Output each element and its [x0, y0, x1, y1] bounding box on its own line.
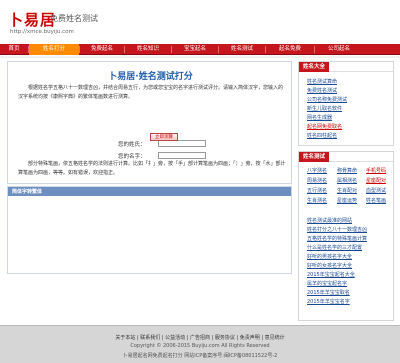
given-name-label: 您的名字： [118, 154, 146, 160]
panel-title: 卜易居·姓名测试打分 [108, 72, 193, 82]
grid-link[interactable]: 姓名笔画 [366, 197, 386, 204]
site-logo[interactable]: 卜易居 [8, 9, 56, 30]
result-header: 简体字转繁体 [8, 187, 291, 196]
sidebar-link[interactable]: 公司名称免费测试 [307, 96, 347, 103]
result-title: 简体字转繁体 [12, 189, 43, 195]
copyright-text: Copyright © 2006-2015 Buyiju.com All Rig… [130, 343, 270, 349]
grid-link[interactable]: 星座运势 [337, 197, 357, 204]
article-link[interactable]: 好听的女孩名字大全 [307, 262, 352, 269]
grid-link[interactable]: 周易测名 [307, 177, 327, 184]
grid-link[interactable]: 生肖测名 [307, 197, 327, 204]
main-nav: 首页 姓名打分 免费起名 姓名知识 宝宝起名 姓名测试 起名免费 公司起名 [0, 44, 400, 55]
submit-button[interactable]: 立即测算 [150, 133, 178, 141]
surname-label: 您的姓氏： [118, 142, 146, 148]
result-panel: 简体字转繁体 [7, 186, 292, 274]
surname-input[interactable] [158, 140, 206, 147]
sidebar-name-test: 姓名测试 八字测名 称骨算命 手机号码 周易测名 属相测名 星座配对 五行测名 … [298, 151, 394, 321]
article-link[interactable]: 属羊的宝宝起名字 [307, 280, 347, 287]
sidebar-title: 姓名测试 [299, 152, 330, 162]
article-link[interactable]: 姓名测试最准的网站 [307, 217, 352, 224]
sidebar-link[interactable]: 起名网免费取名 [307, 123, 342, 130]
article-link[interactable]: 好听的男孩名字大全 [307, 253, 352, 260]
nav-baby-naming[interactable]: 宝宝起名 [172, 44, 218, 55]
nav-name-knowledge[interactable]: 姓名知识 [125, 44, 171, 55]
site-domain: http://xmce.buyiju.com [10, 29, 74, 35]
sidebar-title: 姓名大全 [299, 62, 330, 72]
sidebar-link[interactable]: 新生儿取名软件 [307, 105, 342, 112]
nav-name-score[interactable]: 姓名打分 [29, 44, 79, 55]
grid-link[interactable]: 手机号码 [366, 167, 386, 174]
article-link[interactable]: 姓名打分之八十一数理吉凶 [307, 226, 367, 233]
grid-link[interactable]: 属相测名 [337, 177, 357, 184]
article-link[interactable]: 2015年羊宝宝取名 [307, 289, 350, 296]
name-test-panel: 卜易居·姓名测试打分 根据姓名学五格八十一数理吉凶，并结合周易五行，为您或您宝宝… [7, 61, 292, 184]
site-footer: 关于本站 | 联系我们 | 公益活动 | 广告招商 | 服务协议 | 免责声明 … [0, 325, 400, 363]
grid-link[interactable]: 星座配对 [366, 177, 386, 184]
sidebar-header: 姓名大全 [299, 62, 393, 72]
icp-text: 卜易居起名网免费起名打分 网站ICP备案序号:闽ICP备08011522号-2 [122, 353, 278, 359]
nav-underline [0, 56, 400, 58]
nav-name-test[interactable]: 姓名测试 [219, 44, 265, 55]
sidebar-link[interactable]: 姓名测试算命 [307, 78, 337, 85]
grid-link[interactable]: 生肖配对 [337, 187, 357, 194]
sidebar-link[interactable]: 网名生成器 [307, 114, 332, 121]
nav-company-naming[interactable]: 公司起名 [315, 44, 363, 55]
nav-free-naming[interactable]: 免费起名 [80, 44, 124, 55]
sidebar-header: 姓名测试 [299, 152, 393, 162]
article-link[interactable]: 2015年宝宝起名大全 [307, 271, 355, 278]
article-link[interactable]: 五格姓名学的特殊笔画计算 [307, 235, 367, 242]
sidebar-name-encyclopedia: 姓名大全 姓名测试算命 免费姓名测试 公司名称免费测试 新生儿取名软件 网名生成… [298, 61, 394, 146]
site-header: 卜易居 免费姓名测试 http://xmce.buyiju.com [0, 0, 400, 44]
nav-home[interactable]: 首页 [0, 44, 28, 55]
grid-link[interactable]: 八字测名 [307, 167, 327, 174]
article-link[interactable]: 2015年羊宝宝名字 [307, 298, 350, 305]
grid-link[interactable]: 五行测名 [307, 187, 327, 194]
grid-link[interactable]: 称骨算命 [337, 167, 357, 174]
site-tagline: 免费姓名测试 [50, 14, 98, 23]
nav-naming-free[interactable]: 起名免费 [266, 44, 314, 55]
sidebar-link[interactable]: 免费姓名测试 [307, 87, 337, 94]
sidebar-link[interactable]: 姓名四柱起名 [307, 132, 337, 139]
given-name-input[interactable] [158, 152, 206, 159]
article-link[interactable]: 什么是姓名学的三才配置 [307, 244, 362, 251]
grid-link[interactable]: 血型测试 [366, 187, 386, 194]
footer-links[interactable]: 关于本站 | 联系我们 | 公益活动 | 广告招商 | 服务协议 | 免责声明 … [0, 334, 400, 341]
intro-text: 根据姓名学五格八十一数理吉凶，并结合周易五行，为您或您宝宝的名字进行测试评分。请… [18, 85, 284, 100]
stroke-hint-text: 部分特殊笔画，依五格姓名学的法则进行计算。比如「扌」旁，按「手」部计算笔画为四画… [18, 161, 286, 176]
